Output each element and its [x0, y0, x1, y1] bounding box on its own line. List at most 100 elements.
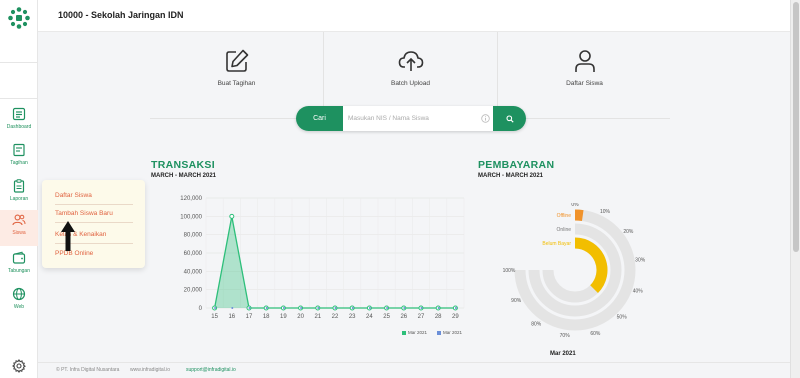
menu-item-daftar-siswa[interactable]: Daftar Siswa [55, 192, 92, 199]
x-tick-label: 29 [452, 314, 459, 320]
sidebar-item-web[interactable]: Web [0, 284, 38, 320]
edit-icon [225, 49, 248, 72]
x-tick-label: 20 [297, 314, 304, 320]
action-label: Daftar Siswa [566, 80, 603, 87]
sidebar-item-label: Siswa [12, 230, 26, 236]
radial-category-label: Offline [557, 213, 572, 219]
data-point [231, 307, 234, 309]
sidebar-item-dashboard[interactable]: Dashboard [0, 104, 38, 140]
legend-series-2[interactable]: Mar 2021 [437, 330, 462, 335]
sidebar-item-tabungan[interactable]: Tabungan [0, 248, 38, 284]
search-icon [505, 114, 514, 123]
data-point [214, 307, 217, 309]
x-tick-label: 24 [366, 314, 373, 320]
footer-copyright: © PT. Infra Digital Nusantara [56, 367, 120, 373]
y-tick-label: 100,000 [180, 214, 202, 220]
radial-tick-label: 90% [511, 298, 522, 304]
invoice-icon [13, 143, 25, 157]
siswa-dropdown-menu: Daftar Siswa Tambah Siswa Baru Kelas & K… [42, 180, 145, 268]
radial-bar [574, 237, 608, 293]
search-cari-button[interactable]: Cari [296, 106, 343, 131]
action-label: Batch Upload [390, 80, 431, 87]
radial-tick-label: 20% [623, 229, 634, 235]
x-tick-label: 25 [383, 314, 390, 320]
dashboard-icon [12, 107, 26, 121]
globe-icon [12, 287, 26, 301]
page-title: 10000 - Sekolah Jaringan IDN [58, 10, 184, 20]
sidebar: Dashboard Tagihan Laporan Siswa Tabungan… [0, 0, 38, 378]
y-tick-label: 80,000 [184, 233, 203, 239]
radial-tick-label: 80% [531, 321, 542, 327]
y-tick-label: 120,000 [180, 196, 202, 202]
scrollbar-thumb[interactable] [793, 2, 799, 252]
menu-item-tambah-siswa-baru[interactable]: Tambah Siswa Baru [55, 210, 113, 217]
x-tick-label: 19 [280, 314, 287, 320]
radial-caption: Mar 2021 [550, 351, 576, 357]
sidebar-item-label: Tagihan [10, 160, 28, 166]
sidebar-item-tagihan[interactable]: Tagihan [0, 140, 38, 176]
x-tick-label: 15 [211, 314, 218, 320]
sidebar-divider [0, 62, 38, 63]
radial-tick-label: 60% [590, 331, 601, 337]
top-header: 10000 - Sekolah Jaringan IDN [38, 0, 790, 32]
legend-series-1[interactable]: Mar 2021 [402, 330, 427, 335]
y-tick-label: 60,000 [184, 251, 203, 257]
x-tick-label: 16 [228, 314, 235, 320]
menu-divider [55, 204, 133, 205]
radial-category-label: Online [557, 227, 572, 233]
x-tick-label: 21 [314, 314, 321, 320]
data-point [282, 307, 285, 309]
sidebar-item-siswa[interactable]: Siswa [0, 210, 38, 246]
data-point [368, 307, 371, 309]
legend-label: Mar 2021 [408, 330, 428, 335]
transaksi-chart: 0 20,000 40,000 60,000 80,000 100,000 120,000 1… [180, 196, 465, 320]
data-point [300, 307, 303, 309]
page-scrollbar[interactable] [790, 0, 800, 378]
data-point [351, 307, 354, 309]
radial-tick-label: 40% [633, 288, 644, 294]
search-submit-button[interactable] [493, 106, 526, 131]
data-point [229, 213, 235, 219]
action-label: Buat Tagihan [217, 80, 256, 87]
sidebar-item-label: Web [13, 304, 25, 310]
transaksi-subtitle: MARCH - MARCH 2021 [151, 173, 217, 179]
data-point [437, 307, 440, 309]
radial-tick-label: 10% [600, 209, 611, 215]
radial-category-label: Belum Bayar [542, 241, 571, 247]
info-icon [481, 114, 490, 123]
x-tick-label: 27 [418, 314, 425, 320]
data-point [386, 307, 389, 309]
radial-tick-label: 30% [635, 258, 646, 264]
search-input[interactable] [348, 111, 486, 126]
pembayaran-subtitle: MARCH - MARCH 2021 [478, 173, 544, 179]
data-point [403, 307, 406, 309]
menu-item-ppdb-online[interactable]: PPDB Online [55, 250, 93, 257]
user-icon [574, 50, 595, 72]
app-logo[interactable] [8, 7, 30, 29]
sidebar-item-laporan[interactable]: Laporan [0, 176, 38, 212]
x-tick-label: 18 [263, 314, 270, 320]
sidebar-item-label: Laporan [9, 196, 29, 202]
series-line [213, 216, 456, 309]
wallet-icon [12, 251, 26, 264]
x-tick-label: 22 [332, 314, 339, 320]
student-search: Cari [296, 106, 526, 131]
pembayaran-chart: Offline Online Belum Bayar 0% 10% 20% 30% 40% 50… [503, 203, 646, 339]
x-tick-label: 17 [246, 314, 253, 320]
pointer-arrow-icon [61, 221, 75, 251]
footer-website-link[interactable]: www.infradigital.io [130, 367, 170, 373]
y-tick-label: 20,000 [184, 288, 203, 294]
radial-tick-label: 100% [503, 268, 516, 274]
data-point [265, 307, 268, 309]
radial-tick-label: 70% [560, 333, 571, 339]
sidebar-divider [0, 98, 38, 99]
students-icon [12, 214, 26, 226]
report-clipboard-icon [13, 179, 25, 193]
data-point [317, 307, 320, 309]
footer-email-link[interactable]: support@infradigital.io [186, 367, 236, 373]
radial-tick-label: 50% [617, 315, 628, 321]
radial-tick-label: 0% [571, 203, 579, 208]
settings-gear-icon[interactable] [12, 359, 26, 373]
data-point [334, 307, 337, 309]
pembayaran-title: PEMBAYARAN [478, 159, 555, 171]
